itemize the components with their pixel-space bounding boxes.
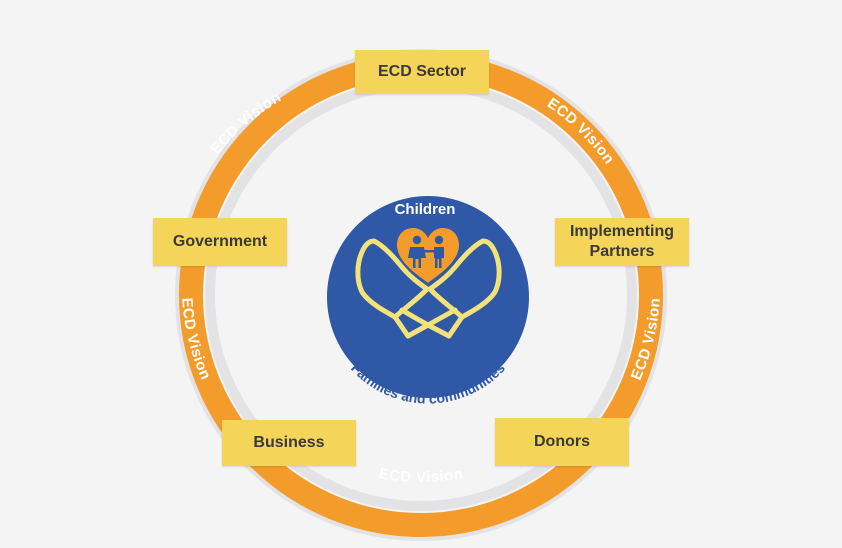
stakeholder-donors-label: Donors — [534, 433, 590, 450]
stakeholder-implementing-partners: Implementing Partners — [555, 218, 689, 266]
stakeholder-government: Government — [153, 218, 287, 266]
stakeholder-business-label: Business — [253, 434, 325, 451]
stakeholder-implementing-label-line2: Partners — [589, 243, 655, 260]
ecd-diagram: ECD Vision ECD Vision ECD Vision ECD Vis… — [0, 0, 842, 548]
stakeholder-ecd-sector: ECD Sector — [355, 50, 489, 94]
stakeholder-government-label: Government — [172, 233, 268, 250]
stakeholder-business: Business — [222, 420, 356, 466]
stakeholder-ecd-sector-label: ECD Sector — [377, 63, 467, 80]
center-title: Children — [395, 201, 456, 218]
stakeholder-donors: Donors — [495, 418, 629, 466]
stakeholder-implementing-label-line1: Implementing — [569, 223, 674, 240]
ring-label-bottom: ECD Vision — [378, 465, 465, 486]
